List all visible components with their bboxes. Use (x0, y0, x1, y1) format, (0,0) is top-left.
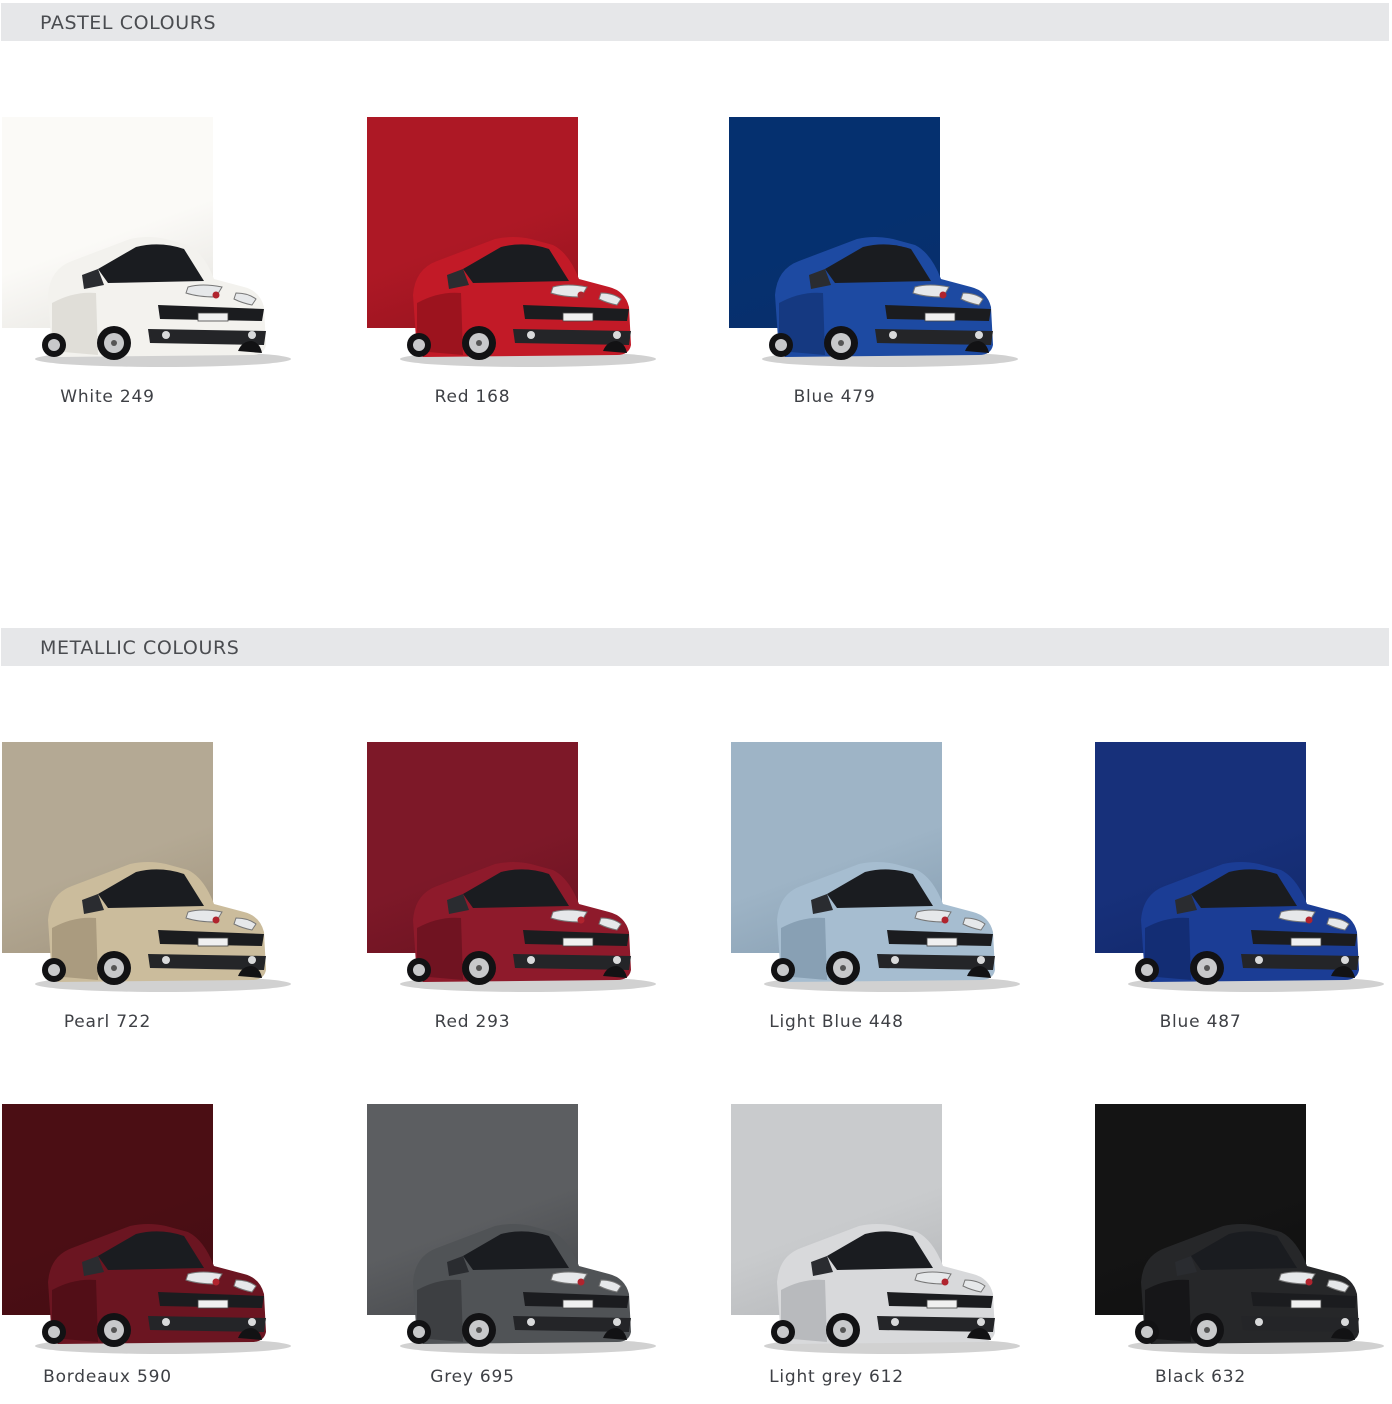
pastel-section-title: PASTEL COLOURS (40, 12, 217, 34)
colour-card-red-293: Red 293 (367, 742, 667, 1042)
van-icon (35, 862, 291, 992)
colour-card-grey-695: Grey 695 (367, 1104, 667, 1404)
pastel-section-header: PASTEL COLOURS (1, 3, 1389, 41)
colour-name: Pearl 722 (63, 1012, 152, 1032)
colour-name: Blue 479 (793, 387, 876, 407)
van-icon (400, 862, 656, 992)
colour-card-white-249: White 249 (2, 117, 302, 417)
van-icon (400, 237, 656, 367)
van-icon (764, 1224, 1020, 1354)
colour-name: Black 632 (1154, 1367, 1247, 1387)
van-icon (35, 237, 291, 367)
colour-name: Blue 487 (1159, 1012, 1242, 1032)
colour-card-light-blue-448: Light Blue 448 (731, 742, 1031, 1042)
colour-name: Red 168 (434, 387, 511, 407)
colour-name: Bordeaux 590 (43, 1367, 172, 1387)
van-icon (1128, 1224, 1384, 1354)
colour-name: Grey 695 (430, 1367, 515, 1387)
metallic-section-header: METALLIC COLOURS (1, 628, 1389, 666)
van-icon (1128, 862, 1384, 992)
van-icon (400, 1224, 656, 1354)
colour-card-blue-479: Blue 479 (729, 117, 1029, 417)
colour-name: Light Blue 448 (769, 1012, 904, 1032)
van-icon (764, 862, 1020, 992)
colour-card-black-632: Black 632 (1095, 1104, 1392, 1404)
colour-name: White 249 (60, 387, 155, 407)
van-icon (762, 237, 1018, 367)
van-icon (35, 1224, 291, 1354)
colour-name: Light grey 612 (769, 1367, 904, 1387)
colour-card-blue-487: Blue 487 (1095, 742, 1392, 1042)
colour-card-pearl-722: Pearl 722 (2, 742, 302, 1042)
colour-name: Red 293 (434, 1012, 511, 1032)
colour-card-red-168: Red 168 (367, 117, 667, 417)
colour-card-bordeaux-590: Bordeaux 590 (2, 1104, 302, 1404)
metallic-section-title: METALLIC COLOURS (40, 637, 240, 659)
colour-card-light-grey-612: Light grey 612 (731, 1104, 1031, 1404)
